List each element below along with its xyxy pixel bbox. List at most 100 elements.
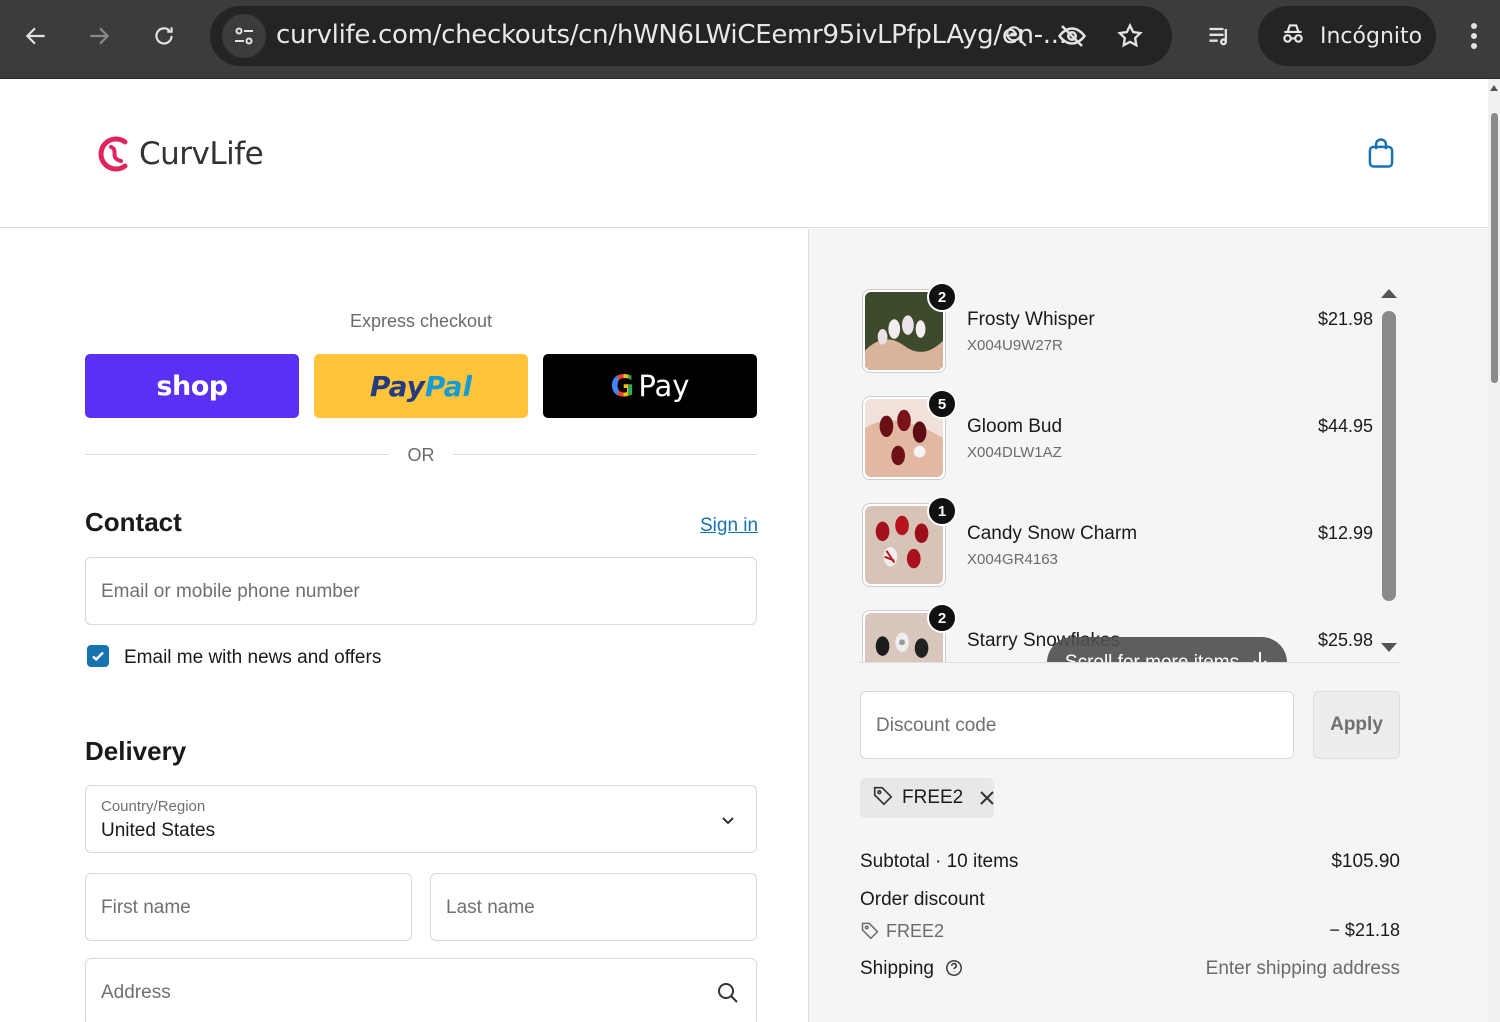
item-name: Gloom Bud: [967, 416, 1063, 437]
quantity-badge: 1: [927, 496, 957, 526]
zoom-icon[interactable]: [1000, 20, 1032, 52]
remove-code-icon[interactable]: [979, 789, 995, 807]
profile-label: Incógnito: [1320, 23, 1423, 49]
menu-icon[interactable]: [1456, 16, 1492, 56]
order-items-list[interactable]: 2 Frosty Whisper X004U9W27R $21.98 5 Glo…: [859, 279, 1400, 663]
scroll-down-arrow-icon[interactable]: [1381, 643, 1397, 652]
scroll-up-arrow-icon[interactable]: [1490, 85, 1498, 91]
newsletter-label[interactable]: Email me with news and offers: [124, 647, 381, 669]
email-field[interactable]: Email or mobile phone number: [85, 557, 757, 625]
discount-placeholder: Discount code: [876, 715, 997, 736]
divider-line-right: [453, 454, 757, 455]
subtotal-label: Subtotal · 10 items: [860, 851, 1019, 872]
or-label: OR: [407, 445, 435, 465]
contact-heading: Contact: [85, 507, 182, 537]
applied-discount-chip: FREE2: [860, 778, 994, 818]
item-sku: X004DLW1AZ: [967, 444, 1062, 461]
applied-code-label: FREE2: [902, 787, 964, 808]
google-g-icon: G: [610, 369, 635, 403]
site-header: CurvLife: [0, 79, 1488, 228]
item-name: Frosty Whisper: [967, 309, 1095, 330]
items-scrollbar[interactable]: [1378, 279, 1400, 663]
list-item: 1 Candy Snow Charm X004GR4163 $12.99: [859, 493, 1400, 587]
scroll-up-arrow-icon[interactable]: [1381, 289, 1397, 298]
tag-icon: [872, 784, 894, 812]
checkmark-icon: [92, 651, 104, 662]
paypal-button[interactable]: Pay Pal: [314, 354, 528, 418]
sign-in-link[interactable]: Sign in: [700, 515, 758, 537]
forward-icon[interactable]: [77, 14, 121, 58]
first-name-placeholder: First name: [101, 897, 191, 918]
tag-icon: [860, 920, 880, 945]
item-price: $44.95: [1317, 416, 1373, 436]
scrollbar-thumb[interactable]: [1382, 311, 1396, 601]
address-field[interactable]: Address: [85, 958, 757, 1022]
shipping-label: Shipping: [860, 958, 934, 979]
logo-mark-icon: [98, 136, 128, 172]
browser-toolbar: curvlife.com/checkouts/cn/hWN6LWiCEemr95…: [0, 0, 1500, 79]
incognito-chip[interactable]: Incógnito: [1258, 6, 1436, 66]
url-text[interactable]: curvlife.com/checkouts/cn/hWN6LWiCEemr95…: [276, 20, 1067, 50]
list-item: 2 Frosty Whisper X004U9W27R $21.98: [859, 279, 1400, 373]
search-icon[interactable]: [716, 981, 740, 1005]
item-sku: X004U9W27R: [967, 337, 1063, 354]
paypal-label-pal: Pal: [424, 369, 473, 403]
newsletter-checkbox[interactable]: [87, 645, 109, 667]
address-bar[interactable]: curvlife.com/checkouts/cn/hWN6LWiCEemr95…: [210, 6, 1172, 66]
divider: [859, 662, 1400, 663]
express-checkout-label: Express checkout: [349, 311, 493, 331]
tracking-protection-icon[interactable]: [1056, 20, 1088, 52]
item-price: $25.98: [1317, 630, 1373, 650]
media-controls-icon[interactable]: [1204, 20, 1236, 52]
address-placeholder: Address: [101, 982, 171, 1003]
page-scrollbar[interactable]: [1488, 79, 1500, 1022]
or-divider: OR: [85, 445, 757, 465]
logo[interactable]: CurvLife: [95, 134, 264, 174]
apply-button[interactable]: Apply: [1313, 691, 1400, 759]
first-name-field[interactable]: First name: [85, 873, 412, 941]
country-value: United States: [101, 820, 216, 841]
item-name: Candy Snow Charm: [967, 523, 1138, 544]
scroll-for-more-button[interactable]: Scroll for more items: [1047, 637, 1287, 663]
divider-line-left: [85, 454, 389, 455]
reload-icon[interactable]: [142, 14, 186, 58]
order-discount-row: Order discount: [860, 889, 1400, 911]
item-price: $21.98: [1317, 309, 1373, 329]
shipping-row: Shipping Enter shipping address: [860, 958, 1400, 983]
delivery-heading: Delivery: [85, 736, 187, 766]
bookmark-star-icon[interactable]: [1114, 20, 1146, 52]
logo-text: CurvLife: [139, 136, 264, 172]
quantity-badge: 2: [927, 603, 957, 633]
checkout-page: CurvLife Express checkout shop Pay Pal G …: [0, 79, 1488, 1022]
discount-code-input[interactable]: Discount code: [860, 691, 1294, 759]
shop-pay-label: shop: [156, 370, 228, 402]
site-info-icon[interactable]: [222, 14, 266, 58]
help-circle-icon[interactable]: [945, 959, 963, 983]
paypal-label-pay: Pay: [369, 369, 425, 403]
item-sku: X004GR4163: [967, 551, 1058, 568]
quantity-badge: 2: [927, 282, 957, 312]
last-name-placeholder: Last name: [446, 897, 535, 918]
discount-code-row: FREE2 − $21.18: [860, 920, 1400, 945]
email-placeholder: Email or mobile phone number: [101, 581, 360, 602]
subtotal-row: Subtotal · 10 items $105.90: [860, 851, 1400, 873]
chevron-down-icon: [718, 810, 738, 830]
quantity-badge: 5: [927, 389, 957, 419]
arrow-down-icon: [1251, 650, 1269, 663]
shopping-bag-icon[interactable]: [1366, 137, 1400, 171]
country-select[interactable]: Country/Region United States: [85, 785, 757, 853]
order-discount-label: Order discount: [860, 889, 985, 910]
list-item: 5 Gloom Bud X004DLW1AZ $44.95: [859, 386, 1400, 480]
order-summary: 2 Frosty Whisper X004U9W27R $21.98 5 Glo…: [808, 229, 1488, 1022]
discount-value: − $21.18: [1329, 920, 1400, 940]
discount-code-label: FREE2: [886, 921, 945, 941]
back-icon[interactable]: [14, 14, 58, 58]
country-label: Country/Region: [101, 798, 206, 815]
google-pay-label: Pay: [638, 369, 690, 403]
scrollbar-thumb[interactable]: [1491, 113, 1498, 383]
checkout-form: Express checkout shop Pay Pal G Pay OR Co…: [0, 229, 808, 1022]
item-price: $12.99: [1317, 523, 1373, 543]
google-pay-button[interactable]: G Pay: [543, 354, 757, 418]
shop-pay-button[interactable]: shop: [85, 354, 299, 418]
last-name-field[interactable]: Last name: [430, 873, 757, 941]
